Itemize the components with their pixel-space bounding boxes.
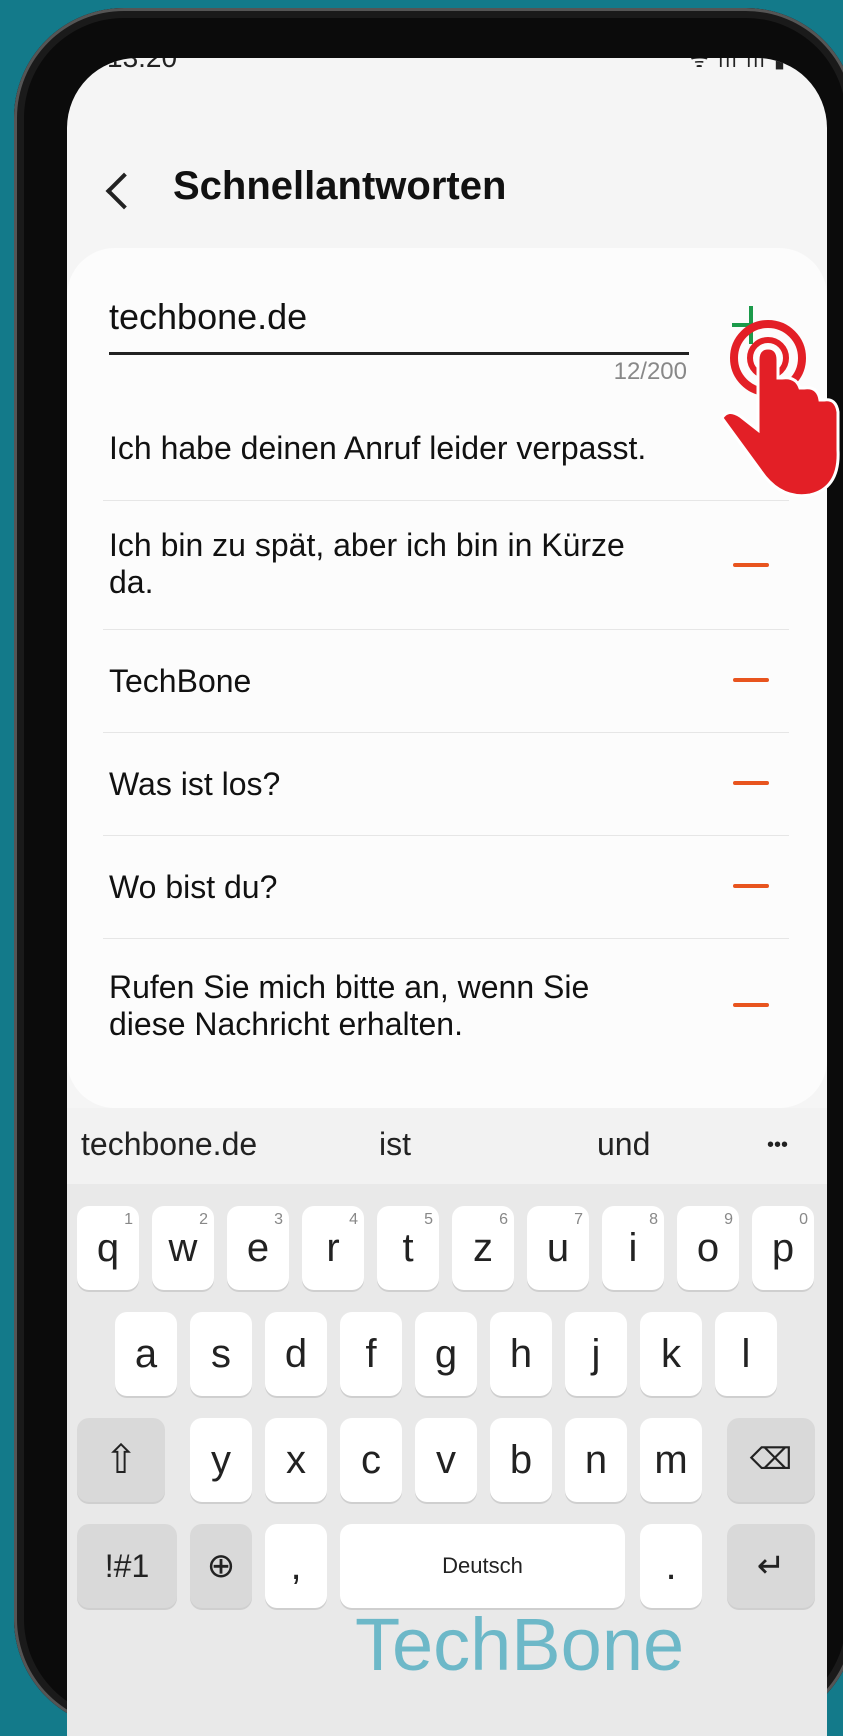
key-q[interactable]: 1q	[77, 1206, 139, 1290]
key-g[interactable]: g	[415, 1312, 477, 1396]
key-e[interactable]: 3e	[227, 1206, 289, 1290]
key-number-hint: 3	[274, 1211, 283, 1228]
key-j[interactable]: j	[565, 1312, 627, 1396]
watermark-logo: TechBone	[355, 1603, 685, 1686]
reply-input[interactable]	[109, 288, 689, 355]
key-p[interactable]: 0p	[752, 1206, 814, 1290]
key-r[interactable]: 4r	[302, 1206, 364, 1290]
list-item[interactable]: Was ist los?	[103, 733, 789, 836]
key-c[interactable]: c	[340, 1418, 402, 1502]
key-number-hint: 2	[199, 1211, 208, 1228]
backspace-icon[interactable]: ⌫	[727, 1418, 815, 1502]
period-key[interactable]: .	[640, 1524, 702, 1608]
key-number-hint: 5	[424, 1211, 433, 1228]
key-l[interactable]: l	[715, 1312, 777, 1396]
symbols-key[interactable]: !#1	[77, 1524, 177, 1608]
status-icons: ᯤ ıll ıll ▮	[690, 58, 787, 72]
shift-icon[interactable]: ⇧	[77, 1418, 165, 1502]
key-label: t	[402, 1226, 414, 1270]
key-u[interactable]: 7u	[527, 1206, 589, 1290]
key-number-hint: 4	[349, 1211, 358, 1228]
reply-text: Was ist los?	[109, 766, 281, 802]
key-number-hint: 8	[649, 1211, 658, 1228]
remove-minus-icon[interactable]	[733, 678, 769, 682]
back-arrow-icon[interactable]	[105, 172, 143, 210]
key-label: r	[326, 1226, 340, 1270]
suggestion-3[interactable]: und	[597, 1126, 650, 1163]
status-time: 13:20	[107, 58, 177, 74]
key-label: w	[168, 1226, 198, 1270]
key-label: i	[628, 1226, 638, 1270]
more-suggestions-icon[interactable]: •••	[767, 1134, 788, 1157]
remove-minus-icon[interactable]	[733, 563, 769, 567]
key-label: q	[96, 1226, 120, 1270]
remove-minus-icon[interactable]	[733, 781, 769, 785]
key-label: p	[771, 1226, 795, 1270]
suggestion-bar: techbone.de ist und •••	[67, 1108, 827, 1184]
page-title: Schnellantworten	[173, 164, 507, 208]
remove-minus-icon[interactable]	[733, 884, 769, 888]
key-k[interactable]: k	[640, 1312, 702, 1396]
key-number-hint: 7	[574, 1211, 583, 1228]
key-s[interactable]: s	[190, 1312, 252, 1396]
key-w[interactable]: 2w	[152, 1206, 214, 1290]
status-bar: 13:20 ᯤ ıll ıll ▮	[107, 58, 787, 82]
reply-list: Ich habe deinen Anruf leider verpasst. I…	[67, 400, 827, 1049]
globe-icon[interactable]: ⊕	[190, 1524, 252, 1608]
key-y[interactable]: y	[190, 1418, 252, 1502]
key-i[interactable]: 8i	[602, 1206, 664, 1290]
key-label: e	[246, 1226, 270, 1270]
list-item[interactable]: Rufen Sie mich bitte an, wenn Sie diese …	[103, 939, 789, 1049]
reply-input-row	[109, 288, 689, 355]
key-f[interactable]: f	[340, 1312, 402, 1396]
key-b[interactable]: b	[490, 1418, 552, 1502]
phone-frame: 13:20 ᯤ ıll ıll ▮ Schnellantworten 12/20…	[14, 8, 843, 1736]
key-label: z	[473, 1226, 493, 1270]
key-x[interactable]: x	[265, 1418, 327, 1502]
key-n[interactable]: n	[565, 1418, 627, 1502]
suggestion-1[interactable]: techbone.de	[81, 1126, 257, 1163]
key-o[interactable]: 9o	[677, 1206, 739, 1290]
key-number-hint: 6	[499, 1211, 508, 1228]
quick-replies-card: 12/200 Ich habe deinen Anruf leider verp…	[67, 248, 827, 1108]
key-z[interactable]: 6z	[452, 1206, 514, 1290]
key-number-hint: 9	[724, 1211, 733, 1228]
enter-icon[interactable]: ↵	[727, 1524, 815, 1608]
space-key[interactable]: Deutsch	[340, 1524, 625, 1608]
key-t[interactable]: 5t	[377, 1206, 439, 1290]
comma-key[interactable]: ,	[265, 1524, 327, 1608]
reply-text: TechBone	[109, 663, 252, 699]
key-number-hint: 1	[124, 1211, 133, 1228]
key-number-hint: 0	[799, 1211, 808, 1228]
remove-minus-icon[interactable]	[733, 1003, 769, 1007]
reply-text: Rufen Sie mich bitte an, wenn Sie diese …	[109, 969, 590, 1042]
list-item[interactable]: TechBone	[103, 630, 789, 733]
list-item[interactable]: Ich bin zu spät, aber ich bin in Kürze d…	[103, 501, 789, 630]
reply-text: Wo bist du?	[109, 869, 278, 905]
key-v[interactable]: v	[415, 1418, 477, 1502]
tap-hand-icon	[720, 320, 840, 498]
key-a[interactable]: a	[115, 1312, 177, 1396]
reply-text: Ich bin zu spät, aber ich bin in Kürze d…	[109, 527, 625, 600]
reply-text: Ich habe deinen Anruf leider verpasst.	[109, 430, 647, 466]
list-item[interactable]: Ich habe deinen Anruf leider verpasst.	[103, 400, 789, 501]
key-label: o	[696, 1226, 720, 1270]
key-m[interactable]: m	[640, 1418, 702, 1502]
list-item[interactable]: Wo bist du?	[103, 836, 789, 939]
app-bar: Schnellantworten	[67, 158, 827, 238]
key-label: u	[546, 1226, 570, 1270]
key-d[interactable]: d	[265, 1312, 327, 1396]
suggestion-2[interactable]: ist	[379, 1126, 411, 1163]
character-counter: 12/200	[613, 358, 687, 385]
key-h[interactable]: h	[490, 1312, 552, 1396]
screen: 13:20 ᯤ ıll ıll ▮ Schnellantworten 12/20…	[67, 58, 827, 1736]
